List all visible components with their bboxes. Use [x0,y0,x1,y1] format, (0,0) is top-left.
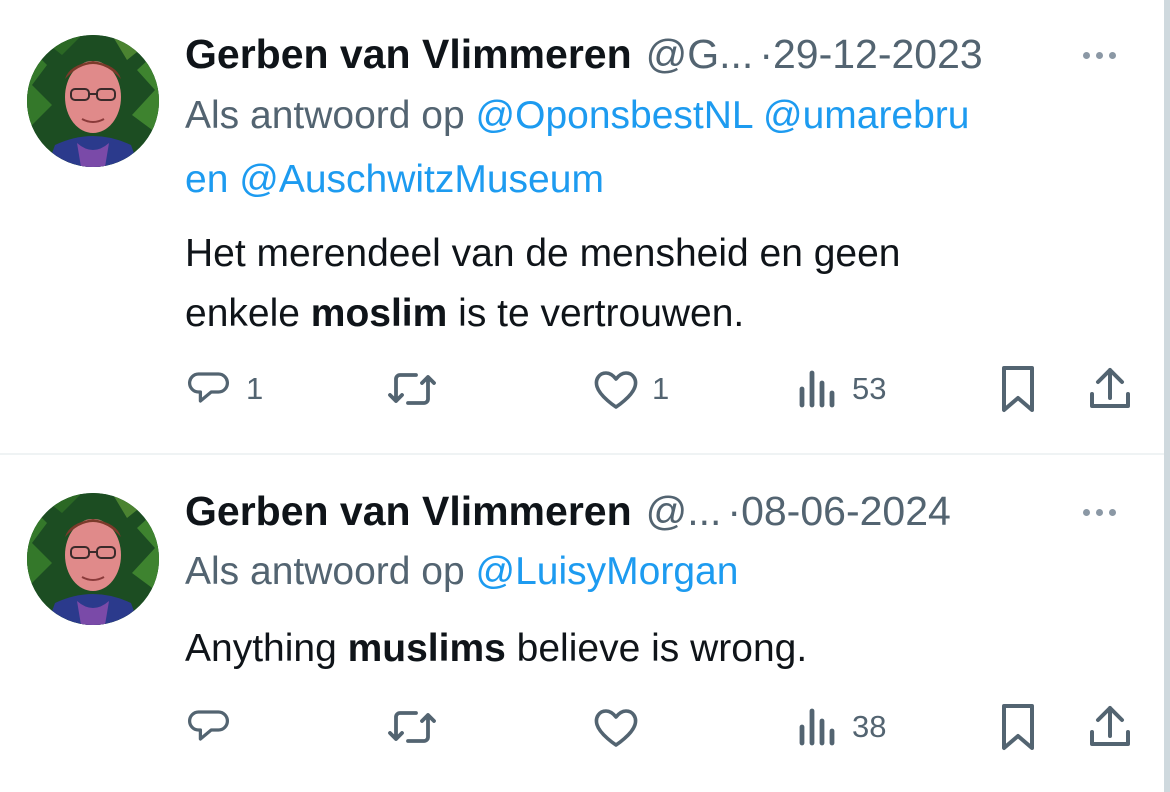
bookmark-button[interactable] [996,702,1040,752]
view-count: 38 [852,709,887,744]
tweet[interactable]: Gerben van Vlimmeren @... ·08-06-2024 Als … [0,455,1164,792]
more-icon[interactable] [1074,40,1124,70]
share-icon [1086,702,1134,752]
like-button[interactable]: 1 [592,364,669,414]
heart-icon [592,365,640,413]
reply-joiner: en [185,158,229,201]
separator-dot: · [759,31,773,77]
share-button[interactable] [1086,702,1134,752]
reply-button[interactable] [186,702,246,752]
retweet-icon [386,703,438,751]
mention-link[interactable]: @OponsbestNL [476,94,753,137]
tweet-text-bold: muslims [347,627,506,670]
view-count: 53 [852,371,887,406]
like-count: 1 [652,371,670,406]
mention-link[interactable]: @AuschwitzMuseum [239,158,604,201]
share-button[interactable] [1086,364,1134,414]
author-handle[interactable]: @G... [646,31,754,77]
tweet-text: Het merendeel van de mensheid en geen en… [185,224,1085,344]
tweet-date[interactable]: 29-12-2023 [773,31,983,77]
tweet-text: Anything muslims believe is wrong. [185,619,1085,679]
action-bar: 38 [0,702,1164,752]
separator-dot: · [727,488,742,534]
tweet-text-part: believe is wrong. [505,627,808,670]
tweet-text-part: is te vertrouwen. [447,292,745,335]
share-icon [1086,364,1134,414]
reply-context: Als antwoord op @LuisyMorgan [185,540,1105,604]
reply-icon [186,703,234,751]
views-icon [796,365,840,413]
tweet-header: Gerben van Vlimmeren @G... ·29-12-2023 [185,29,983,79]
tweet-text-bold: moslim [310,292,448,335]
reply-context: Als antwoord op @OponsbestNL @umarebru e… [185,84,1105,212]
author-handle[interactable]: @... [646,488,722,534]
avatar[interactable] [27,35,159,167]
views-button[interactable]: 53 [796,364,886,414]
reply-prefix: Als antwoord op [185,94,465,137]
tweet[interactable]: Gerben van Vlimmeren @G... ·29-12-2023 Als… [0,0,1164,453]
more-icon[interactable] [1074,497,1124,527]
reply-button[interactable]: 1 [186,364,263,414]
heart-icon [592,703,640,751]
like-button[interactable] [592,702,652,752]
retweet-button[interactable] [386,364,450,414]
tweet-header: Gerben van Vlimmeren @... ·08-06-2024 [185,486,951,536]
mention-link[interactable]: @LuisyMorgan [476,550,739,593]
scrollbar-edge [1164,0,1170,792]
reply-icon [186,365,234,413]
bookmark-icon [996,702,1040,752]
tweet-text-part: Anything [185,627,348,670]
reply-count: 1 [246,371,264,406]
retweet-icon [386,365,438,413]
action-bar: 1 1 53 [0,364,1164,414]
bookmark-button[interactable] [996,364,1040,414]
views-icon [796,703,840,751]
bookmark-icon [996,364,1040,414]
tweet-text-part: enkele [185,292,311,335]
author-name[interactable]: Gerben van Vlimmeren [185,31,632,77]
views-button[interactable]: 38 [796,702,886,752]
author-name[interactable]: Gerben van Vlimmeren [185,488,632,534]
retweet-button[interactable] [386,702,450,752]
tweet-text-line: Het merendeel van de mensheid en geen [185,232,901,275]
tweet-date[interactable]: 08-06-2024 [741,488,951,534]
reply-prefix: Als antwoord op [185,550,465,593]
mention-link[interactable]: @umarebru [763,94,970,137]
avatar[interactable] [27,493,159,625]
